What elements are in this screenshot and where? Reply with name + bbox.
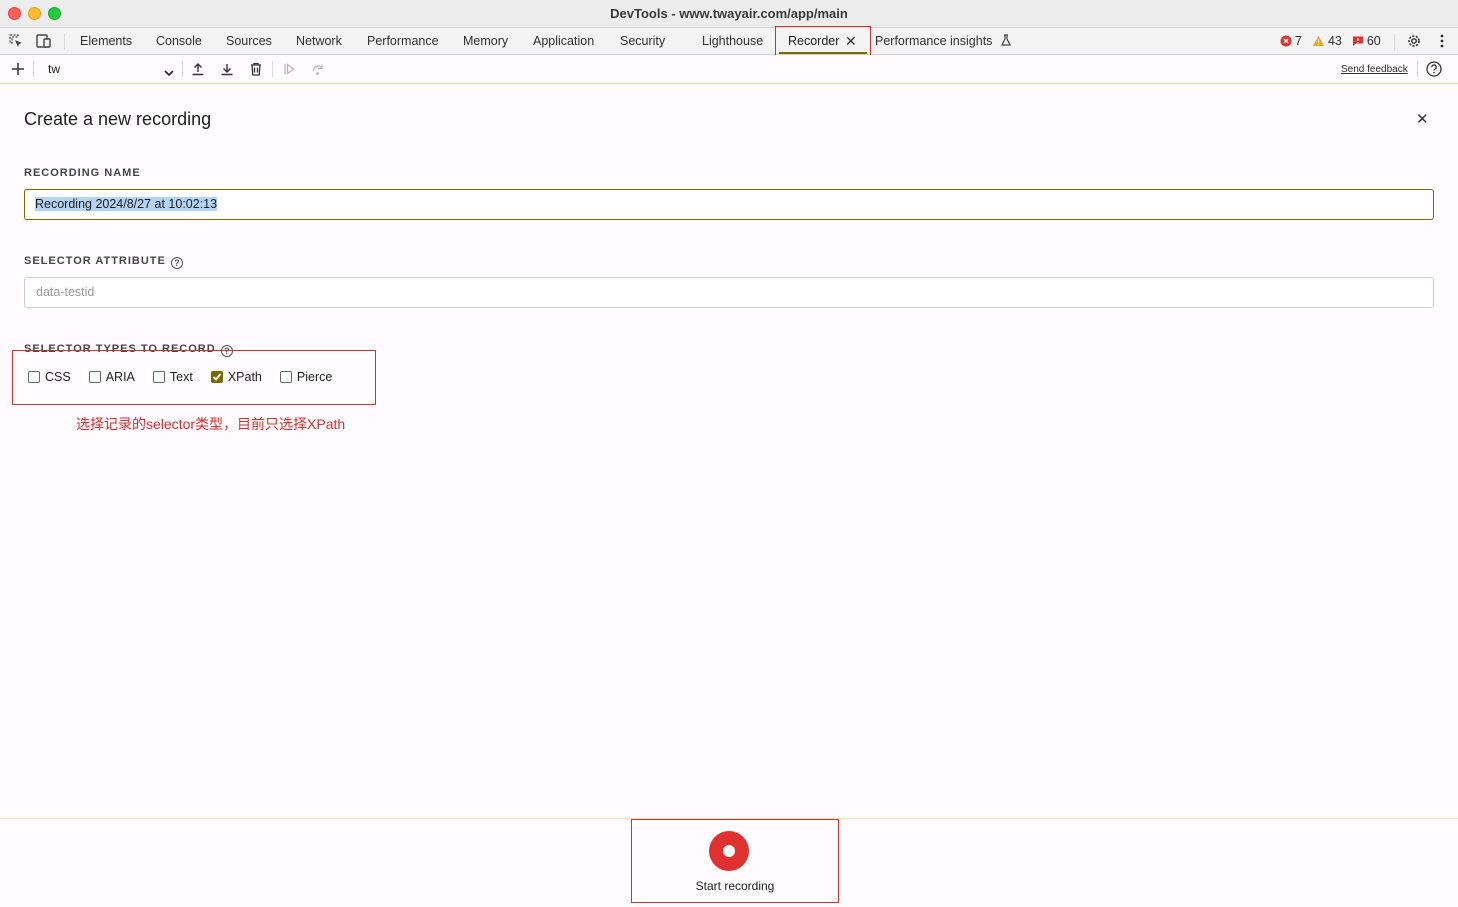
devtools-tabbar: Elements Console Sources Network Perform… [0,26,1458,56]
tab-performance[interactable]: Performance [367,28,439,54]
add-recording-icon[interactable] [10,61,26,77]
checkbox[interactable] [28,371,40,383]
close-icon[interactable]: ✕ [1416,110,1429,128]
panel-title: Create a new recording [24,109,212,129]
warning-icon [1312,36,1324,46]
help-icon[interactable] [1426,61,1442,77]
selector-type-pierce[interactable]: Pierce [279,370,333,384]
send-feedback-link[interactable]: Send feedback [1341,64,1408,75]
tab-recorder[interactable]: Recorder [788,28,839,54]
issues-counter[interactable]: 60 [1352,34,1381,48]
flask-icon [1000,34,1012,48]
replay-icon[interactable] [281,61,297,77]
error-icon [1280,35,1292,47]
step-over-icon[interactable] [310,61,326,77]
checkbox[interactable] [88,371,101,383]
error-counter[interactable]: 7 [1280,34,1302,48]
error-count: 7 [1295,34,1302,48]
selector-type-label: ARIA [105,370,135,384]
tab-elements[interactable]: Elements [80,28,132,54]
tab-network[interactable]: Network [296,28,342,54]
window-titlebar: DevTools - www.twayair.com/app/main [0,0,1458,28]
recorder-toolbar: tw Send feedback [0,55,1458,84]
window-title: DevTools - www.twayair.com/app/main [610,6,848,21]
selector-attribute-label: SELECTOR ATTRIBUTE [24,255,166,267]
selector-types-group: CSS ARIA Text XPath Pierce [28,368,350,386]
selector-type-xpath[interactable]: XPath [210,370,262,384]
tab-performance-insights[interactable]: Performance insights [875,28,1012,54]
tab-security[interactable]: Security [620,28,665,54]
annotation-note: 选择记录的selector类型，目前只选择XPath [76,416,346,432]
issues-icon [1352,36,1363,46]
start-recording-label[interactable]: Start recording [631,879,839,893]
recording-select-value: tw [48,62,60,76]
tab-performance-insights-label: Performance insights [875,34,993,48]
tab-sources[interactable]: Sources [226,28,272,54]
checkmark-icon [212,373,222,381]
close-tab-icon[interactable]: ✕ [845,34,857,48]
checkbox[interactable] [152,371,165,383]
selector-type-text[interactable]: Text [152,370,193,384]
selector-type-aria[interactable]: ARIA [88,370,135,384]
tab-application[interactable]: Application [533,28,594,54]
selector-type-label: Pierce [296,370,333,384]
inspect-element-icon[interactable] [7,32,25,50]
record-icon [723,845,735,857]
tab-lighthouse[interactable]: Lighthouse [702,28,763,54]
selector-type-css[interactable]: CSS [28,370,71,384]
recording-name-input[interactable]: Recording 2024/8/27 at 10:02:13 [24,189,1434,220]
help-icon[interactable]: ? [170,257,183,269]
warning-counter[interactable]: 43 [1312,34,1342,48]
warning-count: 43 [1327,34,1342,48]
chevron-down-icon [164,64,174,84]
selector-type-label: XPath [227,370,262,384]
issues-count: 60 [1366,34,1381,48]
export-icon[interactable] [190,61,206,77]
import-icon[interactable] [219,61,235,77]
checkbox-checked[interactable] [210,371,223,383]
more-options-icon[interactable] [1433,32,1451,50]
tab-memory[interactable]: Memory [463,28,508,54]
delete-icon[interactable] [248,61,264,77]
selector-attribute-section: SELECTOR ATTRIBUTE? [24,255,183,269]
recording-name-label: RECORDING NAME [24,167,141,179]
active-tab-indicator [779,52,867,54]
selector-attribute-input[interactable]: data-testid [24,277,1434,308]
recording-name-value: Recording 2024/8/27 at 10:02:13 [35,197,218,211]
tab-console[interactable]: Console [156,28,202,54]
selector-type-label: Text [169,370,193,384]
selector-type-label: CSS [45,370,71,384]
recording-select[interactable]: tw [40,59,178,79]
device-toolbar-icon[interactable] [35,32,53,50]
checkbox[interactable] [279,371,292,383]
issue-counters[interactable]: 7 43 60 [1280,28,1391,54]
settings-gear-icon[interactable] [1405,32,1423,50]
start-recording-button[interactable] [709,831,749,871]
